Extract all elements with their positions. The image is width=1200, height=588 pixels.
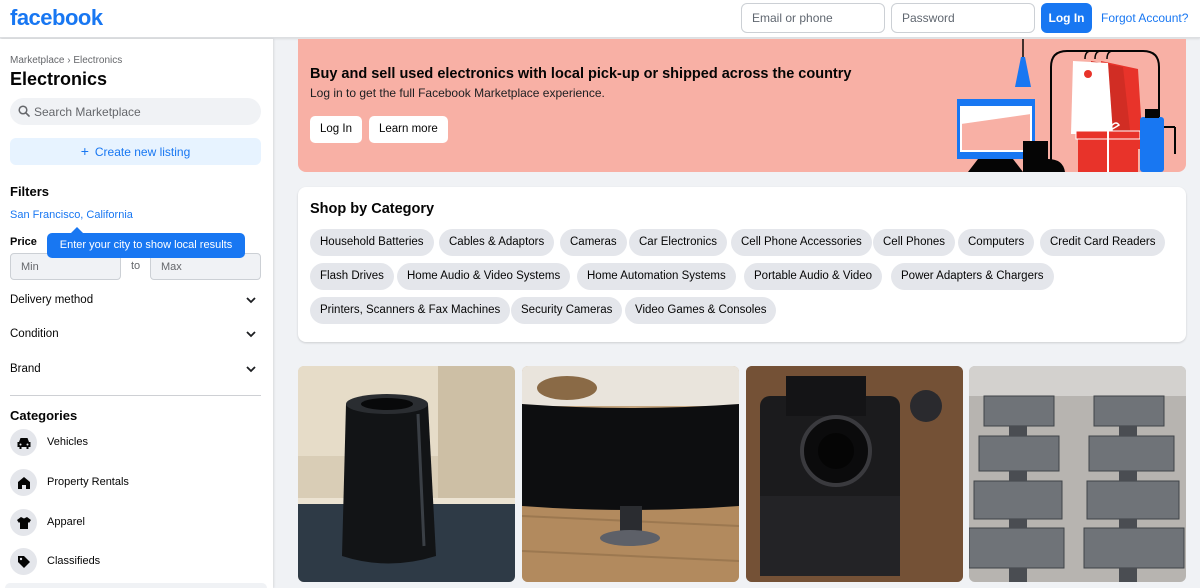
forgot-account-link[interactable]: Forgot Account? xyxy=(1101,11,1188,25)
chevron-down-icon xyxy=(246,366,256,373)
delivery-method-filter[interactable]: Delivery method xyxy=(10,291,261,313)
category-chip[interactable]: Cameras xyxy=(560,229,627,256)
price-label: Price xyxy=(10,236,37,248)
categories-heading: Categories xyxy=(10,408,78,423)
category-chip[interactable]: Home Automation Systems xyxy=(577,263,736,290)
electronics-illustration xyxy=(957,39,1176,172)
breadcrumb[interactable]: Marketplace › Electronics xyxy=(10,55,122,66)
category-chip[interactable]: Household Batteries xyxy=(310,229,434,256)
nikon-camera-photo xyxy=(746,366,963,582)
category-chip[interactable]: Printers, Scanners & Fax Machines xyxy=(310,297,511,324)
chevron-down-icon xyxy=(246,297,256,304)
category-label: Property Rentals xyxy=(47,476,129,488)
curved-monitor-photo xyxy=(522,366,739,582)
tag-icon xyxy=(10,548,37,575)
condition-filter[interactable]: Condition xyxy=(10,325,261,347)
category-chip[interactable]: Power Adapters & Chargers xyxy=(891,263,1054,290)
imac-stack-photo xyxy=(969,366,1186,582)
chevron-down-icon xyxy=(246,331,256,338)
listing-card-mac-pro[interactable] xyxy=(298,366,515,582)
category-chip[interactable]: Flash Drives xyxy=(310,263,394,290)
category-chip[interactable]: Cell Phones xyxy=(873,229,956,256)
search-input[interactable] xyxy=(34,98,254,125)
banner-title: Buy and sell used electronics with local… xyxy=(310,66,852,82)
filter-label: Delivery method xyxy=(10,294,94,306)
banner-subtitle: Log in to get the full Facebook Marketpl… xyxy=(310,86,605,100)
price-to-label: to xyxy=(131,260,141,272)
login-button[interactable]: Log In xyxy=(1041,3,1092,33)
category-label: Vehicles xyxy=(47,436,88,448)
mac-pro-photo xyxy=(298,366,515,582)
category-chip[interactable]: Cables & Adaptors xyxy=(439,229,555,256)
create-listing-label: Create new listing xyxy=(94,145,191,159)
search-bar[interactable] xyxy=(10,98,261,125)
facebook-logo[interactable]: facebook xyxy=(10,5,103,31)
category-chip[interactable]: Portable Audio & Video xyxy=(744,263,883,290)
shop-by-category-title: Shop by Category xyxy=(310,201,435,217)
page-title: Electronics xyxy=(10,69,108,89)
listing-card-camera[interactable] xyxy=(746,366,963,582)
category-apparel[interactable]: Apparel xyxy=(10,509,261,539)
category-classifieds[interactable]: Classifieds xyxy=(10,548,261,578)
category-chip[interactable]: Cell Phone Accessories xyxy=(731,229,872,256)
filters-heading: Filters xyxy=(10,184,50,199)
shirt-icon xyxy=(10,509,37,536)
plus-icon: + xyxy=(80,143,89,159)
car-icon xyxy=(10,429,37,456)
login-banner: Buy and sell used electronics with local… xyxy=(298,39,1186,172)
email-field[interactable] xyxy=(741,3,885,33)
brand-filter[interactable]: Brand xyxy=(10,360,261,382)
category-chip[interactable]: Home Audio & Video Systems xyxy=(397,263,571,290)
search-icon xyxy=(18,105,30,117)
shop-by-category-card: Shop by Category Household Batteries Cab… xyxy=(298,187,1186,342)
learn-more-button[interactable]: Learn more xyxy=(369,116,448,143)
category-chip[interactable]: Security Cameras xyxy=(511,297,623,324)
category-label: Classifieds xyxy=(47,555,101,567)
filter-label: Brand xyxy=(10,363,41,375)
category-label: Apparel xyxy=(47,516,85,528)
category-chip[interactable]: Computers xyxy=(958,229,1035,256)
divider xyxy=(10,395,261,396)
category-vehicles[interactable]: Vehicles xyxy=(10,429,261,459)
sidebar: Marketplace › Electronics Electronics + C… xyxy=(0,39,273,588)
category-item-partial[interactable] xyxy=(5,583,267,588)
password-field[interactable] xyxy=(891,3,1035,33)
category-property-rentals[interactable]: Property Rentals xyxy=(10,469,261,499)
banner-login-button[interactable]: Log In xyxy=(310,116,362,143)
category-chip[interactable]: Credit Card Readers xyxy=(1040,229,1166,256)
category-chip[interactable]: Video Games & Consoles xyxy=(625,297,777,324)
listing-card-imacs[interactable] xyxy=(969,366,1186,582)
category-chip[interactable]: Car Electronics xyxy=(629,229,727,256)
location-tooltip: Enter your city to show local results xyxy=(47,227,245,258)
listing-card-monitor[interactable] xyxy=(522,366,739,582)
house-icon xyxy=(10,469,37,496)
location-link[interactable]: San Francisco, California xyxy=(10,209,133,221)
filter-label: Condition xyxy=(10,328,59,340)
top-bar: facebook Log In Forgot Account? xyxy=(0,0,1200,38)
create-listing-button[interactable]: + Create new listing xyxy=(10,138,261,165)
